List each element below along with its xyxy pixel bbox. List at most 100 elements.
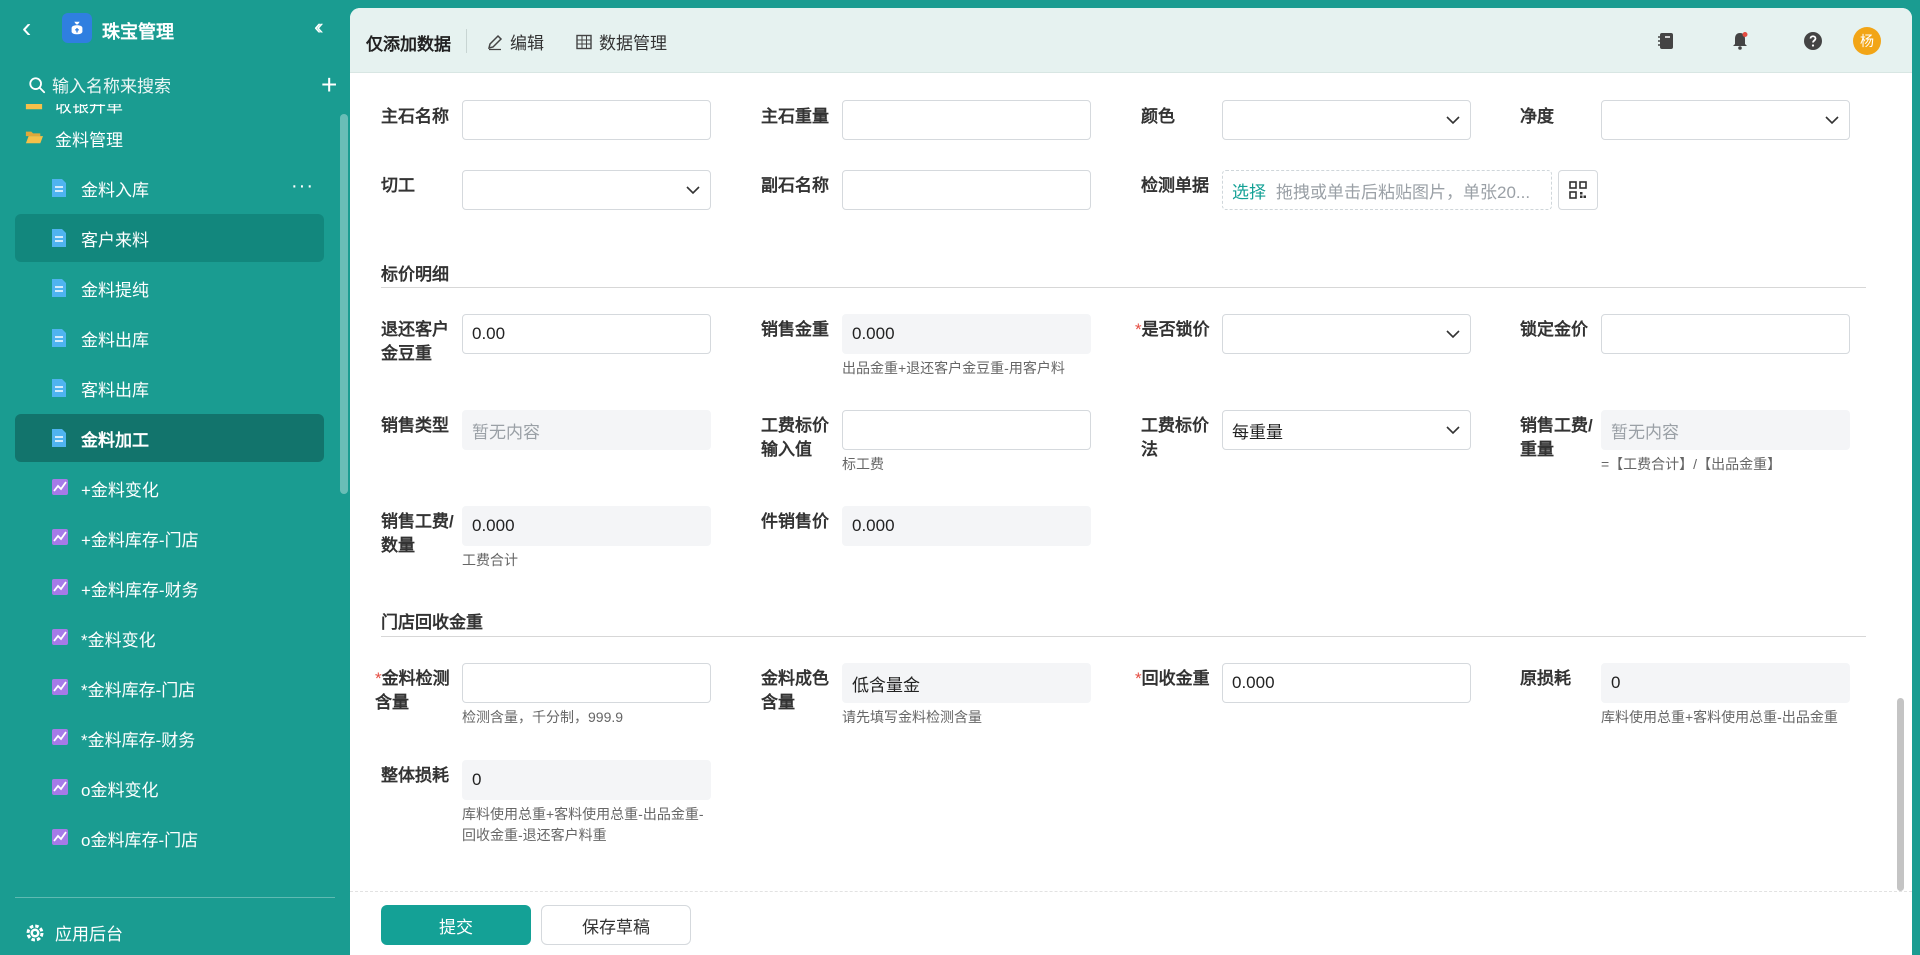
app-backend-link[interactable]: 应用后台 [25, 920, 123, 945]
data-manage-label: 数据管理 [599, 34, 667, 53]
labor-input-field[interactable] [842, 410, 1091, 450]
chevron-down-icon [686, 186, 700, 195]
data-manage-button[interactable]: 数据管理 [575, 29, 667, 54]
app-title: 珠宝管理 [102, 22, 174, 42]
locked-gold-price-label: 锁定金价 [1520, 320, 1588, 339]
unit-price-value: 0.000 [842, 506, 1091, 546]
sidebar-item-gold-processing[interactable]: 金料加工 [15, 414, 324, 462]
gold-test-content-label: *金料检测含量 [375, 667, 451, 715]
lock-price-label-text: 是否锁价 [1141, 320, 1210, 339]
labor-per-qty-hint: 工费合计 [462, 552, 518, 568]
recycle-weight-input[interactable] [1222, 663, 1471, 703]
sidebar-item-chart[interactable]: o金料变化 [15, 764, 324, 812]
labor-method-select[interactable]: 每重量 [1222, 410, 1471, 450]
labor-method-value: 每重量 [1232, 422, 1283, 442]
sidebar-item-customer-outbound[interactable]: 客料出库 [15, 364, 324, 412]
return-gold-bean-input[interactable] [462, 314, 711, 354]
sidebar-item-label: 金料管理 [55, 130, 123, 150]
gold-test-content-input[interactable] [462, 663, 711, 703]
unit-price-label: 件销售价 [761, 512, 829, 531]
labor-per-weight-value: 暂无内容 [1601, 410, 1850, 450]
lock-price-select[interactable] [1222, 314, 1471, 354]
color-select[interactable] [1222, 100, 1471, 140]
side-stone-name-input[interactable] [842, 170, 1091, 210]
sidebar-folder-gold-material[interactable]: 金料管理 [15, 114, 324, 162]
sidebar-item-label: 金料出库 [81, 330, 149, 350]
upload-pick-link[interactable]: 选择 [1232, 178, 1266, 203]
sidebar-item-label: *金料库存-门店 [81, 680, 196, 700]
original-loss-hint: 库料使用总重+客料使用总重-出品金重 [1601, 709, 1838, 725]
app-backend-label: 应用后台 [55, 925, 123, 944]
document-icon [51, 378, 69, 398]
test-doc-upload[interactable]: 选择 拖拽或单击后粘贴图片，单张20... [1222, 170, 1552, 210]
sidebar-item-gold-inbound[interactable]: 金料入库 ··· [15, 164, 324, 212]
overall-loss-hint: 库料使用总重+客料使用总重-出品金重-回收金重-退还客户料重 [462, 806, 704, 843]
edit-button[interactable]: 编辑 [486, 29, 544, 54]
topbar: 仅添加数据 编辑 数据管理 杨 [350, 8, 1912, 73]
required-mark: * [375, 669, 382, 688]
sidebar-item-gold-refining[interactable]: 金料提纯 [15, 264, 324, 312]
gear-icon [26, 924, 44, 941]
chart-icon [51, 678, 69, 698]
sidebar-item-gold-outbound[interactable]: 金料出库 [15, 314, 324, 362]
sidebar-item-chart[interactable]: +金料库存-门店 [15, 514, 324, 562]
sidebar-item-chart[interactable]: o金料库存-门店 [15, 814, 324, 862]
sale-gold-weight-label: 销售金重 [761, 320, 829, 339]
chart-icon [51, 478, 69, 498]
qr-scan-button[interactable] [1558, 170, 1598, 210]
chevron-down-icon [1825, 116, 1839, 125]
sidebar-item-chart[interactable]: *金料变化 [15, 614, 324, 662]
main-stone-weight-input[interactable] [842, 100, 1091, 140]
required-mark: * [1135, 320, 1142, 339]
color-label: 颜色 [1141, 107, 1175, 126]
sidebar-item-label: +金料库存-财务 [81, 580, 199, 600]
locked-gold-price-input[interactable] [1601, 314, 1850, 354]
more-options-icon[interactable]: ··· [291, 176, 314, 196]
cut-select[interactable] [462, 170, 711, 210]
labor-per-weight-label: 销售工费/重量 [1520, 416, 1593, 459]
form-footer: 提交 保存草稿 [350, 891, 1912, 955]
sidebar-item-chart[interactable]: *金料库存-财务 [15, 714, 324, 762]
sale-type-label: 销售类型 [381, 416, 449, 435]
gold-test-content-hint: 检测含量，千分制，999.9 [462, 709, 624, 725]
overall-loss-label: 整体损耗 [381, 766, 449, 785]
sidebar-search-input[interactable] [52, 72, 282, 102]
avatar[interactable]: 杨 [1853, 27, 1881, 55]
sidebar-scrollbar[interactable] [340, 114, 348, 494]
sale-gold-weight-value: 0.000 [842, 314, 1091, 354]
bell-icon[interactable] [1727, 28, 1753, 54]
submit-button[interactable]: 提交 [381, 905, 531, 945]
upload-tip: 拖拽或单击后粘贴图片，单张20... [1276, 182, 1531, 202]
collapse-sidebar-icon[interactable]: ‹‹ [314, 16, 323, 38]
edit-label: 编辑 [510, 34, 544, 53]
sidebar-item-chart[interactable]: +金料变化 [15, 464, 324, 512]
section-title-pricing: 标价明细 [381, 265, 449, 284]
clarity-select[interactable] [1601, 100, 1850, 140]
sidebar-item-customer-material[interactable]: 客户来料 [15, 214, 324, 262]
labor-per-qty-label: 销售工费/数量 [381, 512, 454, 555]
required-mark: * [1135, 669, 1142, 688]
document-icon [51, 328, 69, 348]
document-icon [51, 278, 69, 298]
sidebar-item-chart[interactable]: *金料库存-门店 [15, 664, 324, 712]
content-scrollbar[interactable] [1897, 698, 1904, 891]
sidebar-item-label: 客户来料 [81, 230, 149, 250]
help-icon[interactable] [1800, 28, 1826, 54]
clarity-label: 净度 [1520, 107, 1554, 126]
chart-icon [51, 628, 69, 648]
section-title-recycle: 门店回收金重 [381, 613, 483, 632]
pencil-icon [487, 34, 503, 50]
table-icon [576, 34, 592, 49]
back-icon[interactable]: ‹ [22, 14, 31, 42]
side-stone-name-label: 副石名称 [761, 176, 829, 195]
sidebar-search: + [28, 70, 337, 102]
save-draft-button[interactable]: 保存草稿 [541, 905, 691, 945]
sidebar-item-label: +金料变化 [81, 480, 159, 500]
labor-per-qty-value: 0.000 [462, 506, 711, 546]
main-stone-name-input[interactable] [462, 100, 711, 140]
sidebar-item-chart[interactable]: +金料库存-财务 [15, 564, 324, 612]
search-icon [29, 77, 46, 94]
form-content: 主石名称 主石重量 颜色 净度 切工 副石名称 检测单据 选择 拖拽或单击后粘贴… [350, 74, 1890, 884]
notebook-icon[interactable] [1653, 28, 1679, 54]
add-icon[interactable]: + [321, 70, 337, 100]
